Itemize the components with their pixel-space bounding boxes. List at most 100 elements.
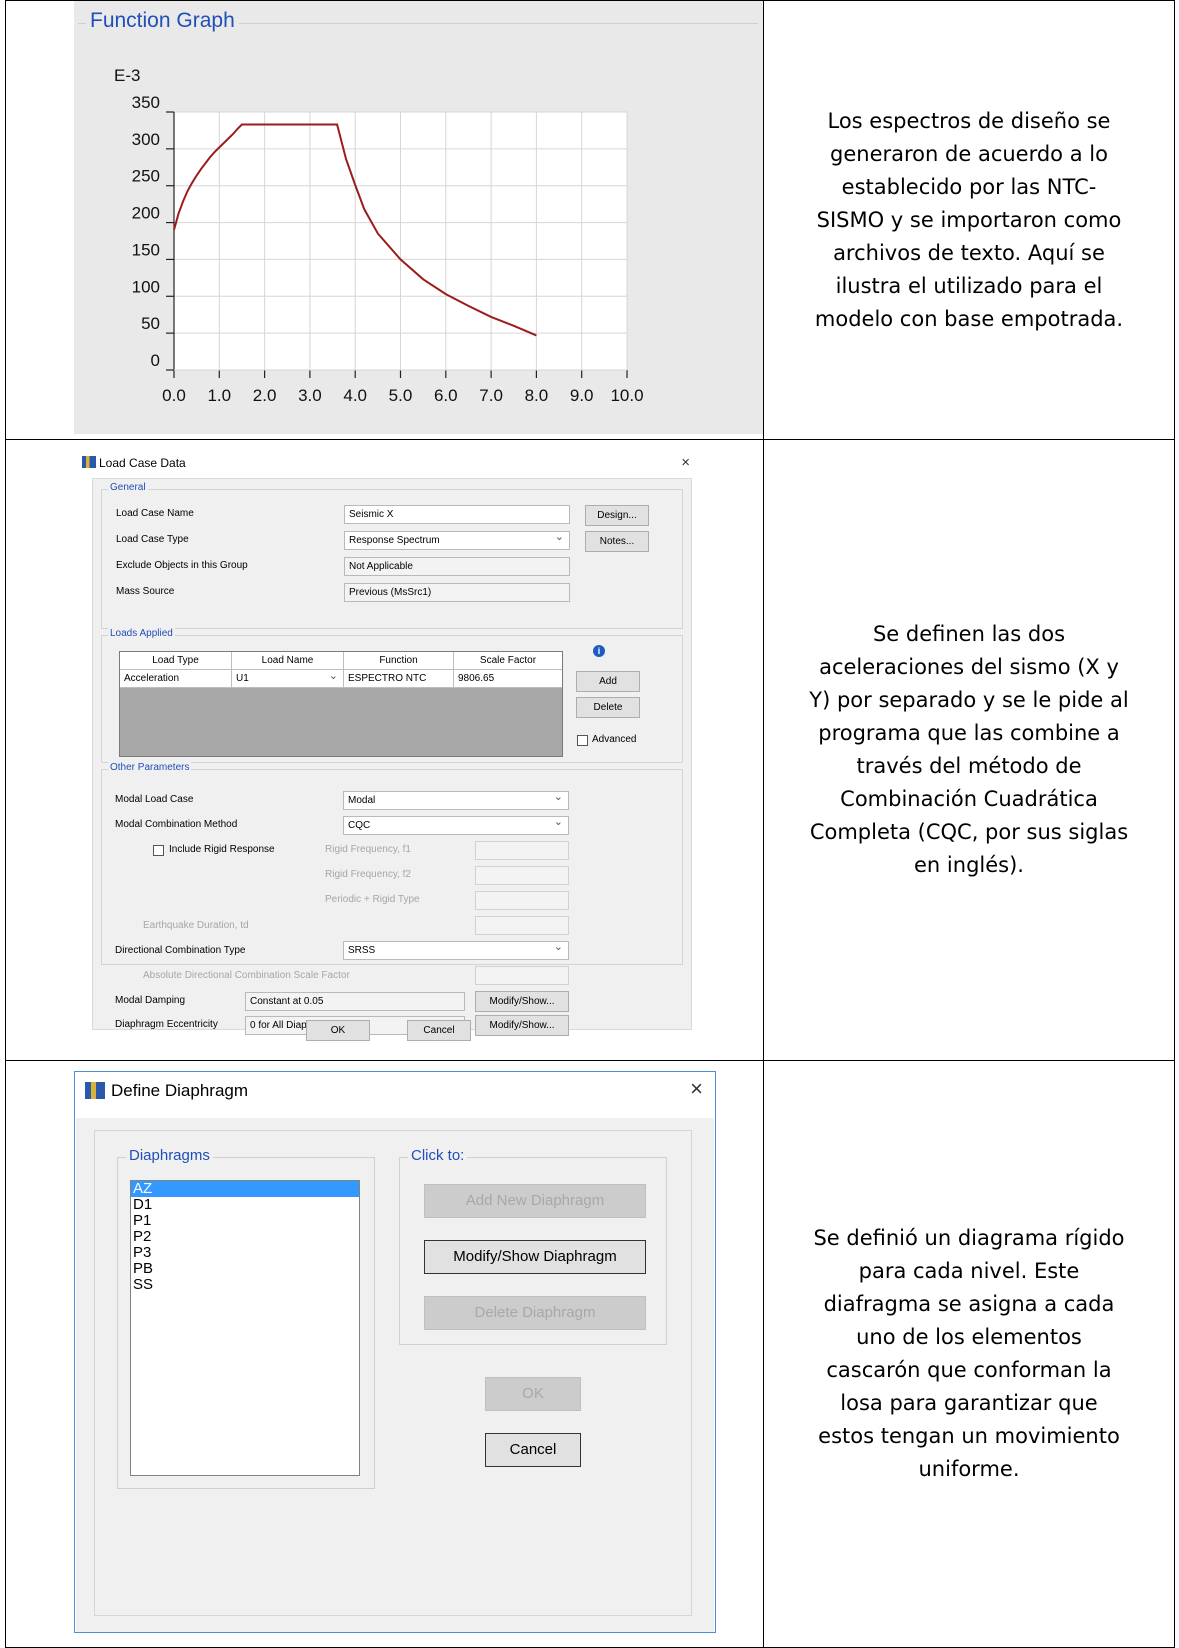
- row2-desc-line: Completa (CQC, por sus siglas: [809, 820, 1129, 844]
- close-icon[interactable]: ×: [690, 1076, 703, 1102]
- row2-description-cell: Se definen las dos aceleraciones del sis…: [763, 439, 1175, 1061]
- diaphragm-list[interactable]: AZ D1 P1 P2 P3 PB SS: [130, 1180, 360, 1476]
- etabs-app-icon: [85, 1082, 105, 1099]
- directional-combination-label: Directional Combination Type: [115, 945, 246, 956]
- row1-desc-line: ilustra el utilizado para el: [835, 273, 1103, 298]
- column-header: Scale Factor: [479, 655, 537, 666]
- earthquake-duration-label: Earthquake Duration, td: [143, 920, 249, 931]
- dialog-title: Load Case Data: [82, 456, 186, 470]
- row1-desc-line: modelo con base empotrada.: [814, 306, 1124, 331]
- row3-desc-line: para cada nivel. Este: [858, 1259, 1080, 1283]
- list-item[interactable]: PB: [131, 1261, 359, 1277]
- info-icon[interactable]: i: [593, 645, 605, 657]
- y-tick-label: 150: [132, 240, 160, 259]
- table-cell[interactable]: Acceleration: [120, 670, 232, 688]
- add-new-diaphragm-button[interactable]: Add New Diaphragm: [424, 1184, 646, 1218]
- dialog-panel: Diaphragms AZ D1 P1 P2 P3 PB SS Click to…: [94, 1130, 692, 1616]
- column-header: Load Name: [232, 652, 344, 670]
- design-button[interactable]: Design...: [585, 505, 649, 526]
- dialog-title-text: Define Diaphragm: [111, 1081, 249, 1100]
- close-icon[interactable]: ×: [681, 454, 690, 471]
- group-label: Loads Applied: [108, 628, 175, 639]
- modal-load-case-select[interactable]: Modal: [343, 791, 569, 810]
- etabs-app-icon: [82, 456, 96, 468]
- row2-desc-line: Se definen las dos: [872, 622, 1066, 646]
- list-item[interactable]: P3: [131, 1245, 359, 1261]
- row1-desc-line: establecido por las NTC-: [841, 174, 1097, 199]
- include-rigid-checkbox[interactable]: [153, 845, 164, 856]
- y-tick-label: 100: [132, 277, 160, 296]
- list-item[interactable]: P2: [131, 1229, 359, 1245]
- rigid-frequency-f1-field: [475, 841, 569, 860]
- list-item[interactable]: AZ: [131, 1181, 359, 1197]
- click-to-label: Click to:: [408, 1147, 468, 1164]
- x-tick-label: 5.0: [389, 386, 413, 405]
- add-load-button[interactable]: Add: [576, 671, 640, 692]
- row3-description-cell: Se definió un diagrama rígido para cada …: [763, 1060, 1175, 1648]
- load-case-type-label: Load Case Type: [116, 534, 189, 545]
- x-tick-label: 6.0: [434, 386, 458, 405]
- load-case-type-select[interactable]: Response Spectrum: [344, 531, 570, 550]
- table-cell-select[interactable]: U1: [232, 668, 344, 688]
- diaphragms-group: Diaphragms AZ D1 P1 P2 P3 PB SS: [117, 1147, 375, 1489]
- cancel-button[interactable]: Cancel: [485, 1433, 581, 1467]
- click-to-group: Click to: Add New Diaphragm Modify/Show …: [399, 1147, 667, 1345]
- row1-desc-line: generaron de acuerdo a lo: [830, 141, 1108, 166]
- abs-directional-scale-label: Absolute Directional Combination Scale F…: [143, 970, 350, 981]
- mass-source-label: Mass Source: [116, 586, 175, 597]
- row3-desc-line: uniforme.: [918, 1457, 1020, 1481]
- dialog-body: General Load Case Name Seismic X Design.…: [92, 478, 692, 1036]
- exclude-objects-field: Not Applicable: [344, 557, 570, 576]
- y-tick-label: 200: [132, 204, 160, 223]
- modify-show-eccentricity-button[interactable]: Modify/Show...: [475, 1015, 569, 1036]
- table-row[interactable]: Acceleration U1 ESPECTRO NTC 9806.65: [120, 668, 562, 688]
- row2-desc-line: través del método de: [856, 754, 1082, 778]
- function-graph-panel: Function Graph 0.0 1.0 2.0 3.0 4.0 5.0 6.0 7.0 8…: [74, 1, 764, 434]
- directional-combination-select[interactable]: SRSS: [343, 941, 569, 960]
- list-item[interactable]: SS: [131, 1277, 359, 1293]
- row1-image-cell: Function Graph 0.0 1.0 2.0 3.0 4.0 5.0 6.0 7.0 8…: [5, 0, 764, 440]
- modify-show-diaphragm-button[interactable]: Modify/Show Diaphragm: [424, 1240, 646, 1274]
- list-item[interactable]: P1: [131, 1213, 359, 1229]
- row3-desc-line: estos tengan un movimiento: [818, 1424, 1120, 1448]
- table-cell[interactable]: ESPECTRO NTC: [344, 670, 454, 688]
- y-tick-label: 250: [132, 167, 160, 186]
- x-tick-label: 4.0: [343, 386, 367, 405]
- modal-combination-label: Modal Combination Method: [115, 819, 238, 830]
- table-header: Load Type Load Name Function Scale Facto…: [120, 652, 562, 670]
- layout-table: Function Graph 0.0 1.0 2.0 3.0 4.0 5.0 6.0 7.0 8…: [5, 0, 1175, 1648]
- ok-button[interactable]: OK: [306, 1020, 370, 1041]
- general-group: General Load Case Name Seismic X Design.…: [101, 482, 683, 629]
- x-tick-label: 8.0: [525, 386, 549, 405]
- modal-combination-select[interactable]: CQC: [343, 816, 569, 835]
- modal-damping-label: Modal Damping: [115, 995, 186, 1006]
- advanced-label: Advanced: [592, 734, 637, 745]
- ok-button[interactable]: OK: [485, 1377, 581, 1411]
- dialog-title-text: Load Case Data: [99, 456, 186, 470]
- x-tick-label: 3.0: [298, 386, 322, 405]
- list-item[interactable]: D1: [131, 1197, 359, 1213]
- abs-directional-scale-field: [475, 966, 569, 985]
- mass-source-field: Previous (MsSrc1): [344, 583, 570, 602]
- periodic-rigid-label: Periodic + Rigid Type: [325, 894, 420, 905]
- rigid-frequency-f2-field: [475, 866, 569, 885]
- y-tick-label: 350: [132, 93, 160, 112]
- row3-desc-line: uno de los elementos: [856, 1325, 1082, 1349]
- load-case-name-input[interactable]: Seismic X: [344, 505, 570, 524]
- load-case-dialog: Load Case Data × General Load Case Name …: [74, 450, 704, 1042]
- delete-diaphragm-button[interactable]: Delete Diaphragm: [424, 1296, 646, 1330]
- y-tick-label: 50: [141, 314, 160, 333]
- row2-desc-line: programa que las combine a: [818, 721, 1120, 745]
- define-diaphragm-dialog: Define Diaphragm × Diaphragms AZ D1 P1 P…: [74, 1071, 716, 1633]
- notes-button[interactable]: Notes...: [585, 531, 649, 552]
- group-label: Other Parameters: [108, 762, 192, 773]
- delete-load-button[interactable]: Delete: [576, 697, 640, 718]
- row3-image-cell: Define Diaphragm × Diaphragms AZ D1 P1 P…: [5, 1060, 764, 1648]
- earthquake-duration-field: [475, 916, 569, 935]
- row3-desc-line: diafragma se asigna a cada: [823, 1292, 1115, 1316]
- row2-image-cell: Load Case Data × General Load Case Name …: [5, 439, 764, 1061]
- modify-show-damping-button[interactable]: Modify/Show...: [475, 991, 569, 1012]
- advanced-checkbox[interactable]: [577, 735, 588, 746]
- cancel-button[interactable]: Cancel: [407, 1020, 471, 1041]
- table-cell[interactable]: 9806.65: [454, 670, 562, 688]
